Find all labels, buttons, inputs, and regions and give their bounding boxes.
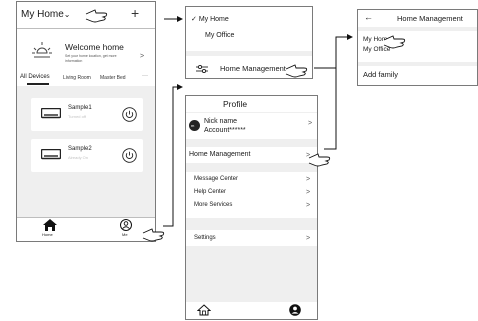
- home-selector[interactable]: My Home⌄: [21, 9, 71, 20]
- person-icon: [120, 219, 132, 231]
- home-title: My Home: [21, 9, 64, 20]
- tab-living-room[interactable]: Living Room: [63, 75, 91, 81]
- home-outline-icon[interactable]: [197, 304, 211, 316]
- home-screen: My Home⌄ + Welcome home Set your home lo…: [16, 1, 156, 242]
- tab-all-devices[interactable]: All Devices: [20, 74, 50, 80]
- divider: [358, 62, 477, 66]
- device-name: Sample1: [68, 105, 92, 111]
- chevron-right-icon: >: [308, 120, 313, 127]
- sun-icon: [32, 42, 52, 58]
- profile-screen: Profile m Nick name Account****** > Home…: [185, 95, 318, 320]
- page-title: Home Management: [397, 14, 463, 23]
- air-conditioner-icon: [41, 108, 61, 119]
- settings-sliders-icon: [196, 65, 208, 73]
- menu-more-services[interactable]: More Services: [194, 202, 232, 208]
- power-icon[interactable]: [122, 148, 137, 163]
- nav-me[interactable]: Me: [116, 218, 136, 240]
- divider: [358, 27, 477, 31]
- chevron-right-icon: >: [306, 189, 311, 196]
- account-name: Account******: [204, 127, 246, 134]
- item-label: My Home: [198, 16, 229, 23]
- nav-home-label: Home: [42, 232, 53, 237]
- divider: [17, 28, 155, 29]
- chevron-right-icon: >: [306, 152, 311, 159]
- home-item-my-office[interactable]: My Office: [363, 46, 390, 53]
- nick-name: Nick name: [204, 118, 238, 125]
- dropdown-item-my-home[interactable]: ✓ My Home: [191, 15, 229, 23]
- home-item-my-home[interactable]: My Home: [363, 36, 391, 43]
- device-status: Turned off: [68, 114, 87, 119]
- device-name: Sample2: [68, 146, 92, 152]
- device-status: Already On: [68, 155, 89, 160]
- menu-settings[interactable]: Settings: [194, 235, 216, 241]
- menu-home-management[interactable]: Home Management: [189, 151, 250, 158]
- device-card-sample1[interactable]: Sample1 Turned off: [31, 98, 143, 131]
- profile-header: [186, 96, 317, 112]
- home-management-link[interactable]: Home Management: [220, 64, 286, 73]
- welcome-title: Welcome home: [65, 42, 124, 52]
- chevron-right-icon: >: [306, 202, 311, 209]
- person-filled-icon[interactable]: [289, 304, 301, 316]
- more-tabs-icon[interactable]: ···: [142, 73, 148, 79]
- add-button[interactable]: +: [131, 5, 139, 21]
- account-row[interactable]: [186, 113, 317, 139]
- arrow-profile-to-management: [324, 40, 337, 150]
- air-conditioner-icon: [41, 149, 61, 160]
- home-icon: [43, 219, 57, 231]
- checkmark-icon: ✓: [191, 16, 197, 23]
- back-arrow-icon[interactable]: ←: [364, 12, 373, 22]
- chevron-right-icon: >: [306, 235, 311, 242]
- welcome-subtitle-1: Set your home location, get more: [65, 54, 117, 58]
- home-dropdown: ✓ My Home My Office Home Management: [185, 6, 313, 79]
- power-icon[interactable]: [122, 107, 137, 122]
- arrow-me-to-profile: [163, 84, 183, 227]
- nav-me-label: Me: [122, 232, 128, 237]
- chevron-down-icon: ⌄: [63, 10, 71, 19]
- chevron-right-icon[interactable]: >: [140, 53, 144, 60]
- avatar-initials: m: [191, 123, 195, 128]
- nav-home[interactable]: Home: [37, 218, 63, 240]
- avatar: m: [189, 120, 200, 131]
- chevron-right-icon: >: [306, 176, 311, 183]
- home-management-screen: ← Home Management My Home My Office Add …: [357, 9, 478, 86]
- tab-master-bed[interactable]: Master Bed: [100, 75, 126, 81]
- menu-message-center[interactable]: Message Center: [194, 176, 238, 182]
- dropdown-item-my-office[interactable]: My Office: [205, 32, 234, 39]
- menu-help-center[interactable]: Help Center: [194, 189, 226, 195]
- tab-underline: [27, 83, 49, 85]
- arrow-dropdown-to-management: [314, 34, 353, 69]
- divider: [186, 51, 312, 56]
- device-card-sample2[interactable]: Sample2 Already On: [31, 139, 143, 172]
- add-family-button[interactable]: Add family: [363, 70, 398, 79]
- welcome-subtitle-2: information: [65, 59, 83, 63]
- page-title: Profile: [223, 99, 248, 109]
